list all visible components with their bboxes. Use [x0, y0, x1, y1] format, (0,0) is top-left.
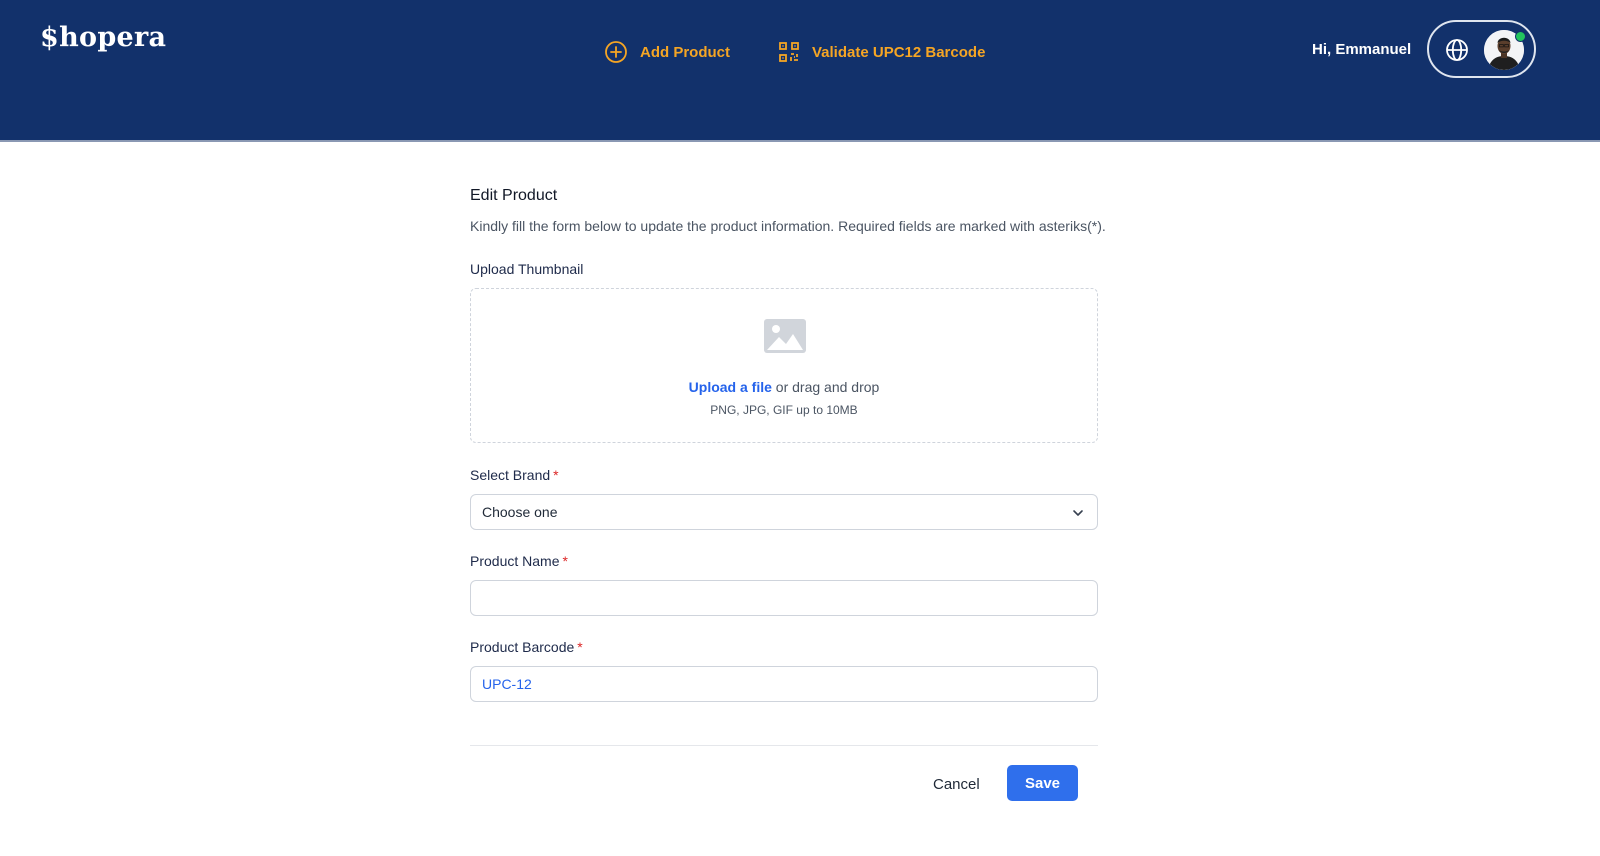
page-subtitle: Kindly fill the form below to update the…: [470, 218, 1106, 234]
product-barcode-input[interactable]: [470, 666, 1098, 702]
dropzone-text: Upload a file or drag and drop: [471, 379, 1097, 395]
user-greeting: Hi, Emmanuel: [1312, 41, 1412, 58]
product-name-label-text: Product Name: [470, 553, 560, 569]
brand-label: Select Brand *: [470, 467, 559, 483]
nav-add-product[interactable]: Add Product: [604, 40, 730, 64]
app-logo[interactable]: $hopera: [40, 22, 166, 53]
file-type-hint: PNG, JPG, GIF up to 10MB: [710, 403, 858, 417]
plus-circle-icon: [605, 41, 627, 63]
product-barcode-label-text: Product Barcode: [470, 639, 575, 655]
brand-label-text: Select Brand: [470, 467, 551, 483]
brand-select[interactable]: Choose one: [470, 494, 1098, 530]
save-button[interactable]: Save: [1007, 765, 1078, 801]
thumbnail-label: Upload Thumbnail: [470, 261, 584, 277]
qr-code-icon: [779, 42, 799, 62]
globe-icon[interactable]: [1445, 38, 1469, 62]
brand-select-value: Choose one: [482, 504, 558, 520]
form-divider: [470, 745, 1098, 746]
required-asterisk: *: [553, 467, 559, 483]
required-asterisk: *: [577, 639, 583, 655]
product-name-label: Product Name *: [470, 553, 568, 569]
required-asterisk: *: [562, 553, 568, 569]
page-title: Edit Product: [470, 187, 558, 204]
cancel-button[interactable]: Cancel: [933, 776, 980, 793]
product-barcode-label: Product Barcode *: [470, 639, 583, 655]
image-icon: [764, 319, 806, 353]
thumbnail-dropzone[interactable]: Upload a file or drag and drop PNG, JPG,…: [470, 288, 1098, 443]
chevron-down-icon: [1073, 510, 1083, 516]
drag-drop-text: or drag and drop: [771, 379, 880, 395]
upload-file-link[interactable]: Upload a file: [689, 379, 772, 395]
online-status-dot: [1515, 31, 1526, 42]
product-name-input[interactable]: [470, 580, 1098, 616]
user-menu[interactable]: [1427, 20, 1536, 78]
nav-validate-barcode-label: Validate UPC12 Barcode: [812, 43, 986, 61]
nav-add-product-label: Add Product: [640, 43, 730, 61]
top-header: $hopera Add Product Validate UPC12 Barco…: [0, 0, 1600, 142]
nav-validate-barcode[interactable]: Validate UPC12 Barcode: [778, 40, 985, 64]
